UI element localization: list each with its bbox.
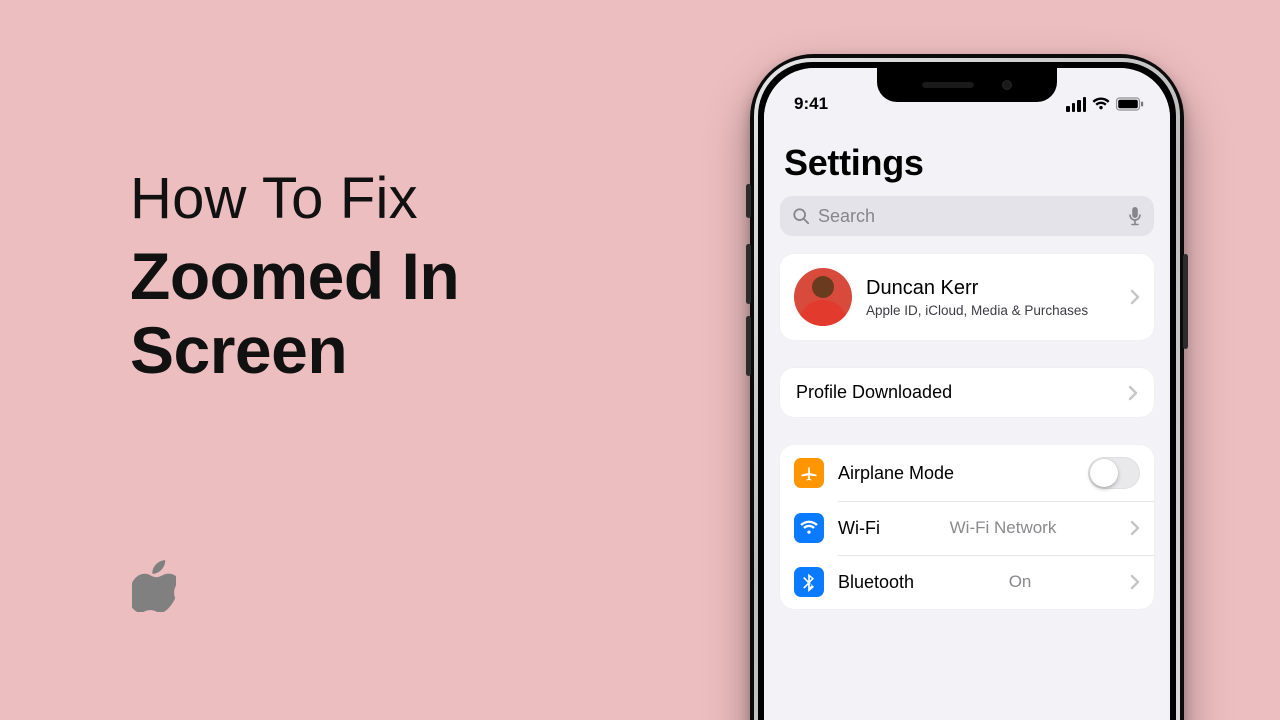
iphone-screen: 9:41 Settings bbox=[764, 68, 1170, 720]
headline-line2: Zoomed In Screen bbox=[130, 240, 459, 388]
cellular-signal-icon bbox=[1066, 97, 1086, 112]
search-bar[interactable] bbox=[780, 196, 1154, 236]
profile-downloaded-label: Profile Downloaded bbox=[796, 382, 952, 403]
status-icons bbox=[1066, 97, 1144, 112]
airplane-mode-toggle[interactable] bbox=[1088, 457, 1140, 489]
bluetooth-value: On bbox=[1009, 572, 1036, 592]
chevron-right-icon bbox=[1130, 520, 1140, 536]
bluetooth-row[interactable]: Bluetooth On bbox=[780, 555, 1154, 609]
apple-id-text: Duncan Kerr Apple ID, iCloud, Media & Pu… bbox=[866, 277, 1088, 318]
thumbnail-stage: How To Fix Zoomed In Screen 9:41 bbox=[0, 0, 1280, 720]
apple-id-row[interactable]: Duncan Kerr Apple ID, iCloud, Media & Pu… bbox=[780, 254, 1154, 340]
wifi-label: Wi-Fi bbox=[838, 518, 880, 539]
battery-icon bbox=[1116, 97, 1144, 111]
chevron-right-icon bbox=[1130, 289, 1140, 305]
notch bbox=[877, 68, 1057, 102]
apple-logo-icon bbox=[132, 560, 176, 612]
volume-up-button bbox=[746, 244, 751, 304]
page-title: Settings bbox=[780, 122, 1154, 196]
chevron-right-icon bbox=[1128, 385, 1138, 401]
dictation-icon[interactable] bbox=[1128, 206, 1142, 226]
wifi-row[interactable]: Wi-Fi Wi-Fi Network bbox=[780, 501, 1154, 555]
mute-switch bbox=[746, 184, 751, 218]
account-name: Duncan Kerr bbox=[866, 277, 1088, 300]
search-input[interactable] bbox=[818, 206, 1120, 227]
power-button bbox=[1183, 254, 1188, 349]
wifi-value: Wi-Fi Network bbox=[950, 518, 1061, 538]
connectivity-card: Airplane Mode Wi-Fi Wi-Fi Network bbox=[780, 445, 1154, 609]
bluetooth-icon bbox=[794, 567, 824, 597]
iphone-frame: 9:41 Settings bbox=[750, 54, 1184, 720]
profile-downloaded-card: Profile Downloaded bbox=[780, 368, 1154, 417]
avatar bbox=[794, 268, 852, 326]
wifi-settings-icon bbox=[794, 513, 824, 543]
apple-id-card: Duncan Kerr Apple ID, iCloud, Media & Pu… bbox=[780, 254, 1154, 340]
chevron-right-icon bbox=[1130, 574, 1140, 590]
headline-line1: How To Fix bbox=[130, 165, 459, 232]
profile-downloaded-row[interactable]: Profile Downloaded bbox=[780, 368, 1154, 417]
earpiece-speaker bbox=[922, 82, 974, 88]
headline-block: How To Fix Zoomed In Screen bbox=[130, 165, 459, 388]
wifi-icon bbox=[1092, 97, 1110, 111]
bluetooth-label: Bluetooth bbox=[838, 572, 914, 593]
status-time: 9:41 bbox=[794, 94, 828, 114]
account-subtitle: Apple ID, iCloud, Media & Purchases bbox=[866, 303, 1088, 318]
airplane-icon bbox=[794, 458, 824, 488]
volume-down-button bbox=[746, 316, 751, 376]
airplane-mode-label: Airplane Mode bbox=[838, 463, 954, 484]
settings-content: Settings Du bbox=[764, 122, 1170, 609]
airplane-mode-row[interactable]: Airplane Mode bbox=[780, 445, 1154, 501]
front-camera bbox=[1002, 80, 1012, 90]
search-icon bbox=[792, 207, 810, 225]
